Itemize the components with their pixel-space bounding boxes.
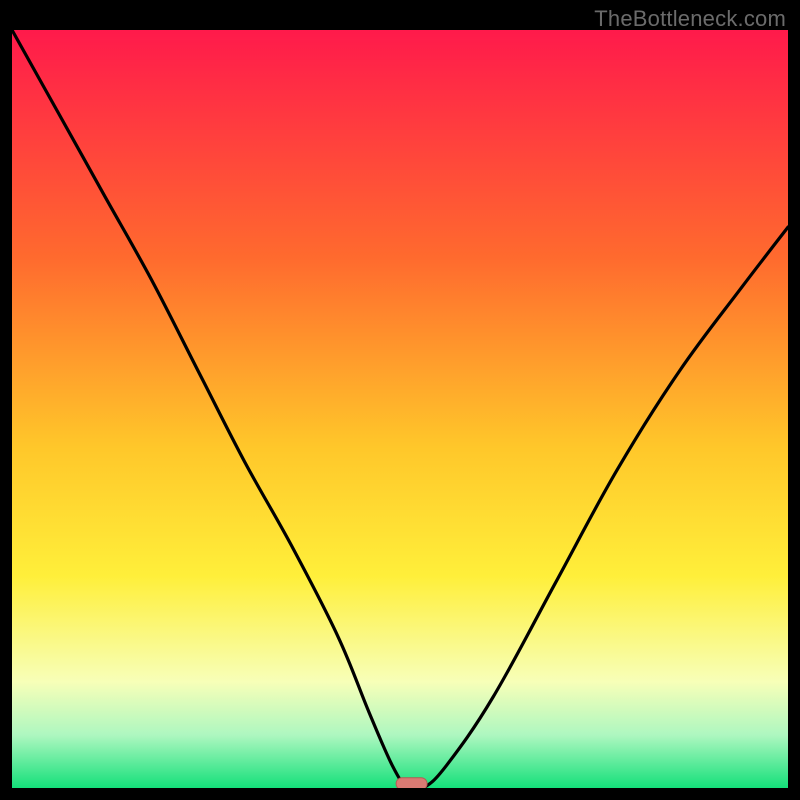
watermark-text: TheBottleneck.com	[594, 6, 786, 32]
minimum-marker	[396, 778, 427, 788]
chart-frame	[12, 30, 788, 788]
gradient-background	[12, 30, 788, 788]
bottleneck-chart	[12, 30, 788, 788]
